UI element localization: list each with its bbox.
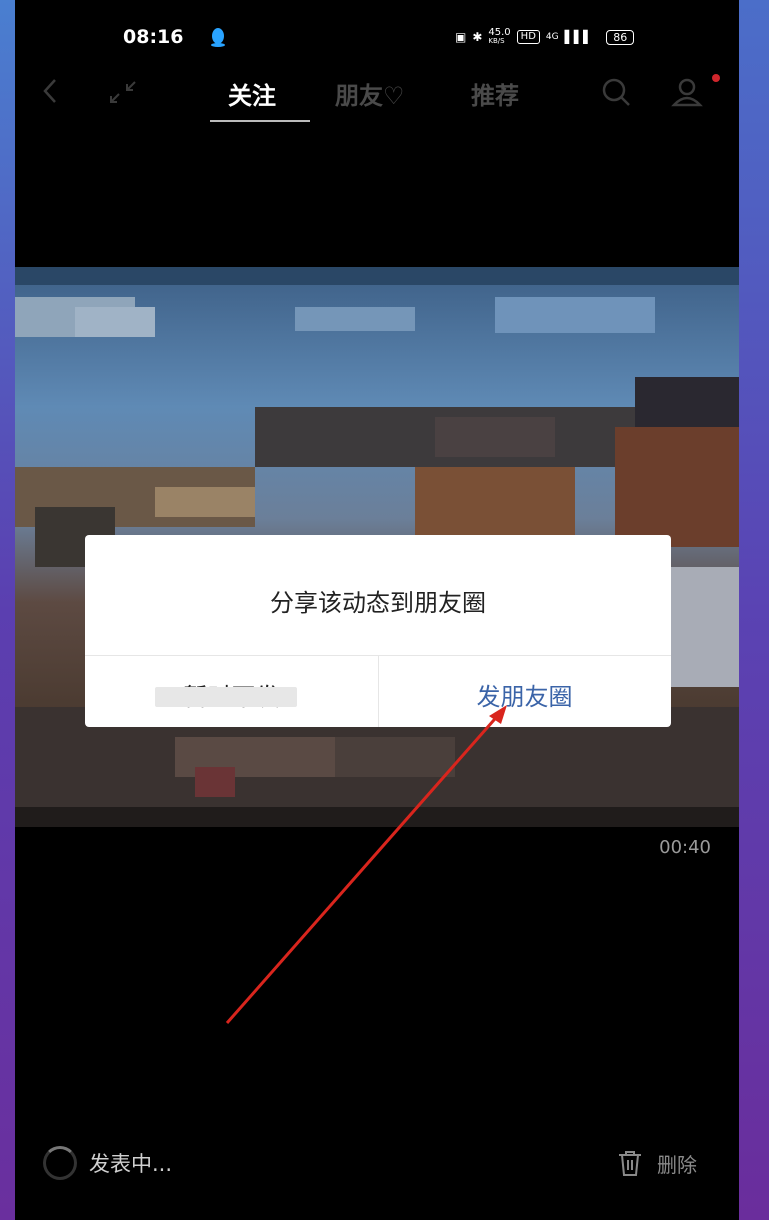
signal-bars-icon: ▌▌▌ <box>564 30 593 44</box>
censor-overlay <box>155 687 297 707</box>
video-duration: 00:40 <box>659 837 711 858</box>
loading-spinner-icon <box>43 1146 77 1180</box>
hd-badge: HD <box>516 30 540 44</box>
search-icon[interactable] <box>600 76 632 108</box>
share-moments-button[interactable]: 发朋友圈 <box>378 677 671 712</box>
delete-button[interactable]: 删除 <box>615 1148 697 1178</box>
share-dialog: 分享该动态到朋友圈 暂时不发 发朋友圈 <box>85 535 671 727</box>
tab-recommend[interactable]: 推荐 <box>471 76 519 111</box>
signal-4g: 4G <box>545 32 559 42</box>
phone-screen: 08:16 ▣ ✱ 45.0 KB/S HD 4G ▌▌▌ 86 关注 朋友♡ … <box>15 0 739 1220</box>
minimize-icon[interactable] <box>107 76 141 106</box>
qq-notification-icon <box>211 28 225 47</box>
status-icons: ▣ ✱ 45.0 KB/S HD 4G ▌▌▌ 86 <box>455 27 635 46</box>
back-icon[interactable] <box>39 76 63 106</box>
delete-label: 删除 <box>657 1152 697 1177</box>
battery-indicator: 86 <box>606 29 635 45</box>
left-backdrop <box>0 0 15 1220</box>
network-speed: 45.0 KB/S <box>488 27 511 46</box>
status-time: 08:16 <box>123 26 184 48</box>
posting-status: 发表中... <box>43 1146 172 1180</box>
top-nav: 关注 朋友♡ 推荐 <box>15 70 739 126</box>
trash-icon <box>619 1151 641 1176</box>
notification-dot <box>712 74 720 82</box>
right-backdrop <box>739 0 769 1220</box>
status-bar: 08:16 ▣ ✱ 45.0 KB/S HD 4G ▌▌▌ 86 <box>15 24 739 54</box>
bluetooth-icon: ✱ <box>472 30 483 44</box>
dialog-title: 分享该动态到朋友圈 <box>270 589 486 617</box>
tab-follow[interactable]: 关注 <box>228 76 276 111</box>
tab-friends[interactable]: 朋友♡ <box>335 76 405 111</box>
profile-icon[interactable] <box>670 76 704 108</box>
nfc-icon: ▣ <box>455 30 467 44</box>
active-tab-indicator <box>210 120 310 122</box>
posting-label: 发表中... <box>89 1152 173 1176</box>
